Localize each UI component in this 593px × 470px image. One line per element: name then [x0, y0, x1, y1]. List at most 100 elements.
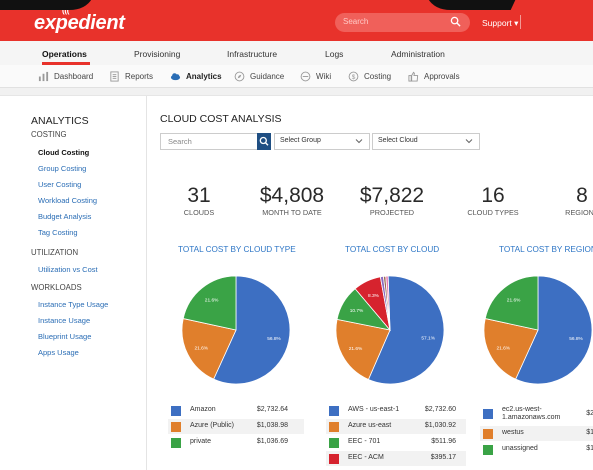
legend-row[interactable]: EEC - ACM $395.17 [326, 451, 466, 466]
legend-value: $1,030.92 [424, 422, 456, 429]
pie-chart-cloud-type[interactable]: 56.8% 21.6% 21.6% [180, 274, 292, 391]
expedient-logo[interactable]: ((( expedient [34, 6, 125, 35]
sidebar-item-cloud-costing[interactable]: Cloud Costing [38, 148, 89, 157]
search-icon[interactable] [450, 16, 461, 27]
stat-value: 31 [187, 184, 211, 207]
svg-text:$: $ [352, 74, 356, 81]
subnav-item-dashboard[interactable]: Dashboard [38, 71, 93, 82]
reports-icon [110, 71, 119, 82]
stat-regions: 8 REGIONS [560, 184, 593, 217]
sidebar-item-group-costing[interactable]: Group Costing [38, 164, 86, 173]
app-frame: ((( expedient Search Support ▾ Operation… [0, 0, 593, 470]
sidebar-item-blueprint-usage[interactable]: Blueprint Usage [38, 332, 91, 341]
tab-operations[interactable]: Operations [42, 49, 87, 59]
subnav-item-guidance[interactable]: Guidance [234, 71, 284, 82]
legend-row[interactable]: Amazon $2,732.64 [168, 403, 304, 418]
subnav-item-reports[interactable]: Reports [109, 71, 153, 82]
legend-value: $1,038.98 [256, 422, 288, 429]
stat-label: PROJECTED [369, 208, 415, 217]
chevron-down-icon [465, 139, 473, 144]
legend-row[interactable]: AWS - us-east-1 $2,732.60 [326, 403, 466, 418]
legend-label: westus [502, 429, 524, 436]
sidebar-section-utilization: UTILIZATION [31, 248, 79, 257]
legend-row[interactable]: Azure us-east $1,030.92 [326, 419, 466, 434]
costing-icon: $ [348, 71, 359, 82]
tab-administration[interactable]: Administration [391, 49, 445, 59]
sidebar-title: ANALYTICS [31, 115, 89, 127]
search-button[interactable] [257, 133, 271, 150]
support-menu[interactable]: Support ▾ [482, 18, 518, 29]
select-group-label: Select Group [280, 137, 321, 144]
pie-chart-cloud[interactable]: 57.1% 21.6% 10.7% 8.3% [334, 274, 446, 391]
tab-provisioning[interactable]: Provisioning [134, 49, 180, 59]
stat-clouds: 31 CLOUDS [174, 184, 224, 217]
select-cloud-label: Select Cloud [378, 137, 418, 144]
pie-slice-label: 21.6% [205, 298, 219, 304]
compass-icon [234, 71, 245, 82]
legend-swatch [483, 444, 493, 455]
primary-nav: Operations Provisioning Infrastructure L… [0, 41, 593, 66]
pie-slice-label: 57.1% [421, 335, 435, 341]
legend-row[interactable]: ec2.us-west-1.amazonaws.com $2 [480, 403, 593, 425]
cost-search-input[interactable]: Search [160, 133, 258, 150]
analytics-sidebar: ANALYTICS COSTING Cloud Costing Group Co… [0, 96, 147, 470]
sidebar-item-instance-usage[interactable]: Instance Usage [38, 316, 90, 325]
pie-slice-label: 21.6% [349, 346, 363, 352]
sub-nav: Dashboard Reports Analytics Guidance Wik… [0, 65, 593, 88]
legend-row[interactable]: westus $1 [480, 426, 593, 441]
legend-swatch [171, 437, 181, 448]
subnav-label-approvals: Approvals [424, 72, 460, 81]
subnav-item-costing[interactable]: $ Costing [348, 71, 391, 82]
tab-logs[interactable]: Logs [325, 49, 343, 59]
select-cloud-dropdown[interactable]: Select Cloud [372, 133, 480, 150]
pie-slice-label: 21.6% [496, 345, 510, 351]
legend-label: EEC - ACM [348, 454, 384, 461]
topbar-divider [520, 15, 521, 29]
legend-label: unassigned [502, 445, 538, 452]
subnav-item-analytics[interactable]: Analytics [170, 71, 222, 82]
stat-value: $4,808 [259, 184, 325, 207]
subnav-label-dashboard: Dashboard [54, 72, 94, 81]
legend-value: $1 [586, 429, 593, 436]
dashboard-icon [38, 71, 49, 82]
sidebar-item-tag-costing[interactable]: Tag Costing [38, 228, 78, 237]
sidebar-item-apps-usage[interactable]: Apps Usage [38, 348, 79, 357]
tab-infrastructure[interactable]: Infrastructure [227, 49, 277, 59]
stat-value: 16 [481, 184, 505, 207]
page-title: CLOUD COST ANALYSIS [160, 113, 282, 125]
legend-row[interactable]: EEC - 701 $511.96 [326, 435, 466, 450]
global-search-input[interactable]: Search [335, 13, 470, 32]
sidebar-section-workloads: WORKLOADS [31, 283, 82, 292]
chart-title-region: TOTAL COST BY REGION [499, 245, 593, 254]
legend-label: Amazon [190, 406, 216, 413]
pie-chart-region[interactable]: 56.8% 21.6% 21.6% [482, 274, 593, 391]
subnav-item-approvals[interactable]: Approvals [408, 71, 460, 82]
sidebar-item-utilization-vs-cost[interactable]: Utilization vs Cost [38, 265, 98, 274]
stat-value: $7,822 [359, 184, 425, 207]
pie-slice-label: 56.8% [569, 336, 583, 342]
legend-swatch [483, 409, 493, 419]
pie-slice-label: 21.6% [194, 345, 208, 351]
legend-row[interactable]: unassigned $1 [480, 442, 593, 457]
legend-value: $395.17 [430, 454, 456, 461]
wiki-icon [300, 71, 311, 82]
sidebar-item-user-costing[interactable]: User Costing [38, 180, 81, 189]
legend-row[interactable]: Azure (Public) $1,038.98 [168, 419, 304, 434]
legend-swatch [329, 453, 339, 464]
legend-swatch [329, 437, 339, 448]
sidebar-item-workload-costing[interactable]: Workload Costing [38, 196, 97, 205]
pie-svg: 56.8% 21.6% 21.6% [483, 275, 593, 385]
subnav-item-wiki[interactable]: Wiki [300, 71, 331, 82]
legend-label: Azure (Public) [190, 422, 234, 429]
select-group-dropdown[interactable]: Select Group [274, 133, 370, 150]
sidebar-item-instance-type-usage[interactable]: Instance Type Usage [38, 300, 108, 309]
chart-title-cloud: TOTAL COST BY CLOUD [345, 245, 440, 254]
chart-title-cloud-type: TOTAL COST BY CLOUD TYPE [178, 245, 296, 254]
legend-value: $511.96 [431, 438, 456, 445]
pie-svg: 57.1% 21.6% 10.7% 8.3% [335, 275, 445, 385]
pie-slice-label: 21.6% [507, 298, 521, 304]
legend-value: $2,732.64 [256, 406, 288, 413]
pie-slice-label: 56.8% [267, 336, 281, 342]
sidebar-item-budget-analysis[interactable]: Budget Analysis [38, 212, 91, 221]
legend-row[interactable]: private $1,036.69 [168, 435, 304, 450]
